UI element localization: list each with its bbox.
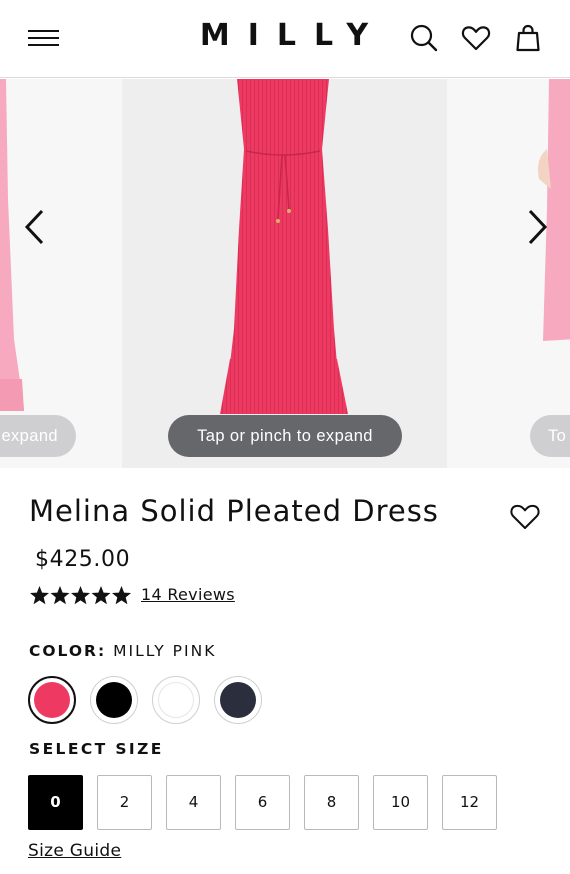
carousel-slide-current[interactable] bbox=[122, 79, 447, 468]
carousel-slide-next[interactable] bbox=[447, 79, 570, 468]
size-option-10[interactable]: 10 bbox=[373, 775, 428, 830]
color-swatch-black[interactable] bbox=[90, 676, 138, 724]
wishlist-heart-icon[interactable] bbox=[508, 500, 542, 532]
size-option-4[interactable]: 4 bbox=[166, 775, 221, 830]
color-value: MILLY PINK bbox=[113, 642, 217, 660]
chevron-left-icon[interactable] bbox=[20, 207, 50, 247]
color-swatch-fill bbox=[220, 682, 256, 718]
select-size-label: SELECT SIZE bbox=[29, 740, 164, 758]
expand-hint-next: To bbox=[530, 415, 570, 457]
reviews-link[interactable]: 14 Reviews bbox=[141, 585, 235, 604]
search-icon[interactable] bbox=[408, 22, 440, 54]
star-icon bbox=[112, 586, 131, 605]
size-option-8[interactable]: 8 bbox=[304, 775, 359, 830]
color-swatch-fill bbox=[34, 682, 70, 718]
size-option-6[interactable]: 6 bbox=[235, 775, 290, 830]
color-swatch-fill bbox=[96, 682, 132, 718]
chevron-right-icon[interactable] bbox=[522, 207, 552, 247]
site-header: MILLY bbox=[0, 0, 570, 78]
dress-image-partial bbox=[0, 79, 24, 411]
color-label: COLOR: MILLY PINK bbox=[29, 642, 216, 660]
expand-hint-previous: expand bbox=[0, 415, 76, 457]
product-image-carousel[interactable]: expand Tap or pinch to expand To bbox=[0, 79, 570, 468]
size-option-12[interactable]: 12 bbox=[442, 775, 497, 830]
heart-icon[interactable] bbox=[460, 22, 492, 54]
color-swatch-pink[interactable] bbox=[28, 676, 76, 724]
expand-hint: Tap or pinch to expand bbox=[168, 415, 402, 457]
star-rating bbox=[30, 586, 131, 605]
size-guide-link[interactable]: Size Guide bbox=[28, 841, 121, 861]
dress-image-partial-next bbox=[538, 79, 570, 341]
dress-image bbox=[220, 79, 348, 414]
color-label-title: COLOR: bbox=[29, 642, 107, 660]
size-option-0[interactable]: 0 bbox=[28, 775, 83, 830]
carousel-slide-previous[interactable] bbox=[0, 79, 122, 468]
star-icon bbox=[50, 586, 70, 605]
product-title: Melina Solid Pleated Dress bbox=[29, 494, 439, 528]
product-price: $425.00 bbox=[35, 547, 131, 572]
color-swatch-white[interactable] bbox=[152, 676, 200, 724]
star-icon bbox=[71, 586, 90, 605]
size-option-2[interactable]: 2 bbox=[97, 775, 152, 830]
color-swatch-fill bbox=[158, 682, 194, 718]
bag-icon[interactable] bbox=[512, 22, 544, 54]
color-swatch-navy[interactable] bbox=[214, 676, 262, 724]
star-icon bbox=[30, 586, 49, 605]
star-icon bbox=[91, 586, 111, 605]
